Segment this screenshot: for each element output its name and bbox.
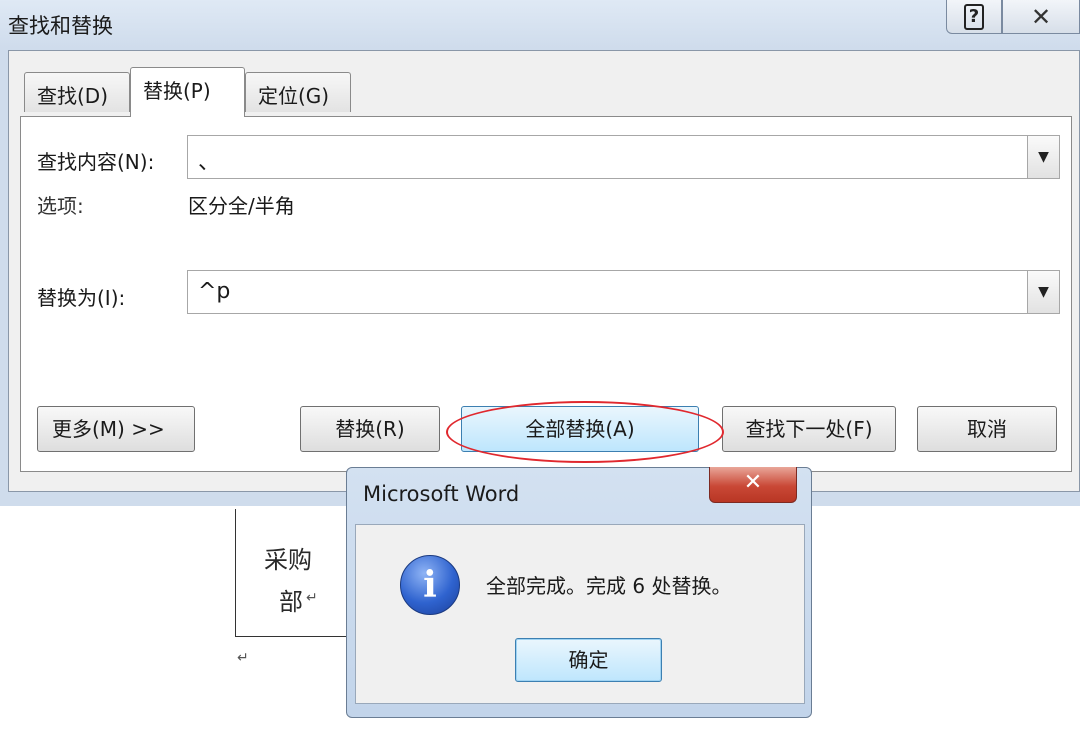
options-value: 区分全/半角 xyxy=(188,194,295,218)
paragraph-mark-icon: ↵ xyxy=(237,650,249,666)
close-icon: ✕ xyxy=(1030,2,1052,31)
message-box: Microsoft Word ✕ i 全部完成。完成 6 处替换。 确定 xyxy=(346,467,812,718)
find-what-dropdown-button[interactable]: ▼ xyxy=(1027,136,1059,178)
replace-all-button[interactable]: 全部替换(A) xyxy=(461,406,699,452)
message-box-body: i 全部完成。完成 6 处替换。 确定 xyxy=(355,524,805,704)
paragraph-mark-icon: ↵ xyxy=(306,590,318,606)
dialog-title-bar[interactable]: 查找和替换 xyxy=(0,0,1080,48)
find-what-label: 查找内容(N): xyxy=(37,150,155,174)
message-box-title: Microsoft Word xyxy=(363,482,520,506)
close-button[interactable]: ✕ xyxy=(1002,0,1080,34)
find-what-value: 、 xyxy=(198,150,221,175)
document-cell-text-line1: 采购 xyxy=(264,546,312,574)
help-button[interactable]: ? xyxy=(946,0,1002,34)
tab-replace[interactable]: 替换(P) xyxy=(130,67,245,117)
replace-with-value: ^p xyxy=(198,279,231,304)
tab-goto[interactable]: 定位(G) xyxy=(245,72,351,112)
find-next-button[interactable]: 查找下一处(F) xyxy=(722,406,896,452)
replace-with-label: 替换为(I): xyxy=(37,286,126,310)
info-icon: i xyxy=(400,555,460,615)
cancel-button[interactable]: 取消 xyxy=(917,406,1057,452)
dialog-title: 查找和替换 xyxy=(8,14,113,38)
replace-with-combobox[interactable]: ^p ▼ xyxy=(187,270,1060,314)
replace-button[interactable]: 替换(R) xyxy=(300,406,440,452)
message-text: 全部完成。完成 6 处替换。 xyxy=(486,574,732,598)
options-label: 选项: xyxy=(37,194,84,218)
find-what-combobox[interactable]: 、 ▼ xyxy=(187,135,1060,179)
ok-button[interactable]: 确定 xyxy=(515,638,662,682)
tab-find[interactable]: 查找(D) xyxy=(24,72,130,112)
chevron-down-icon: ▼ xyxy=(1038,284,1049,300)
chevron-down-icon: ▼ xyxy=(1038,149,1049,165)
document-cell-text-line2: 部 xyxy=(279,588,303,616)
message-box-close-button[interactable]: ✕ xyxy=(709,467,797,503)
more-button[interactable]: 更多(M) >> xyxy=(37,406,195,452)
help-icon: ? xyxy=(964,3,984,30)
replace-with-dropdown-button[interactable]: ▼ xyxy=(1027,271,1059,313)
close-icon: ✕ xyxy=(743,470,763,495)
